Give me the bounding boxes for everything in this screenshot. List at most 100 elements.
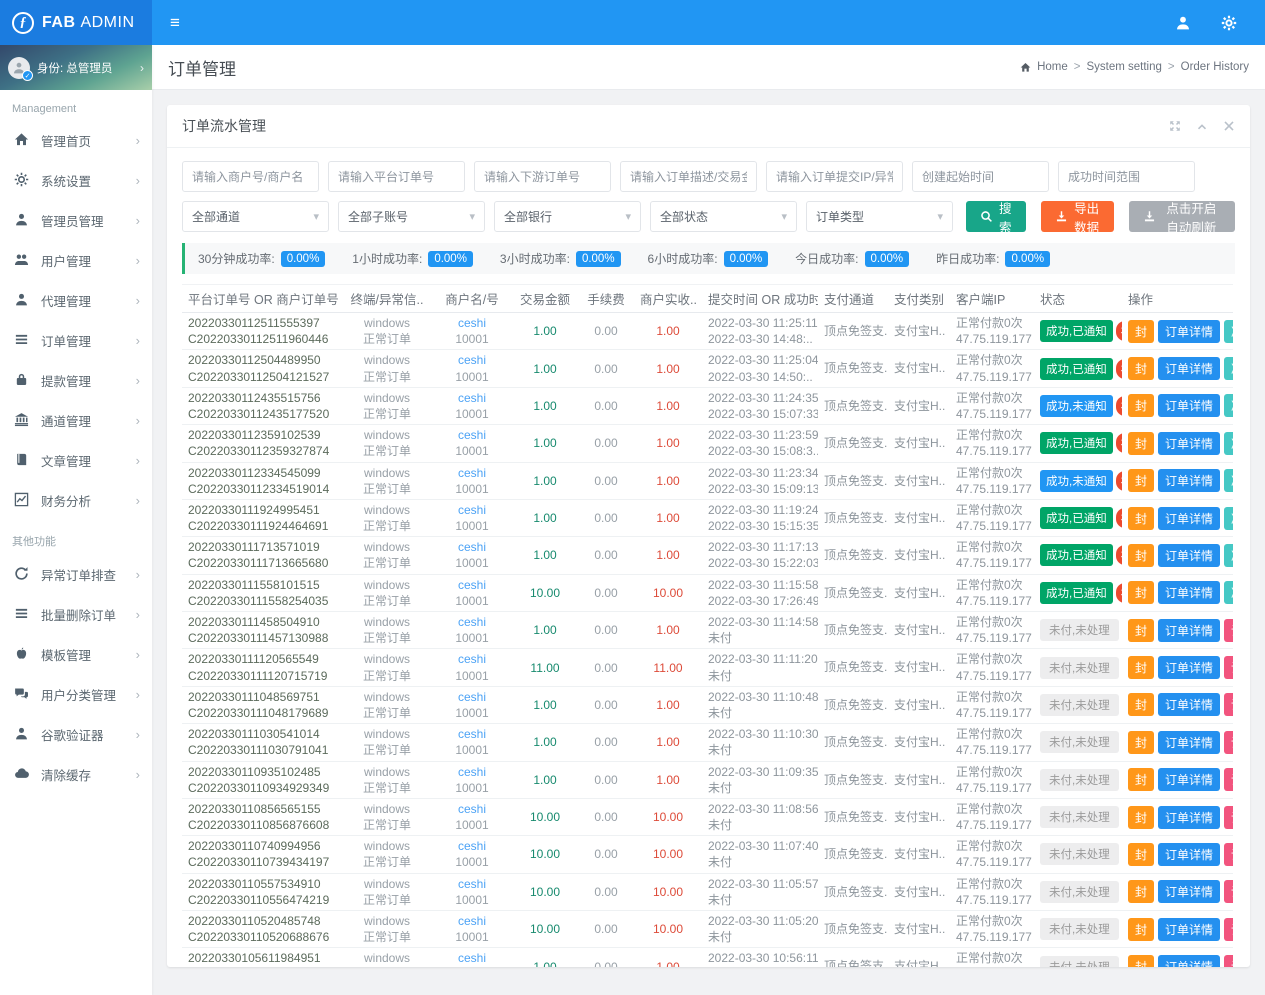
merchant-name-link[interactable]: ceshi <box>438 801 506 817</box>
set-paid-button[interactable]: 设置为已支付 <box>1224 955 1233 967</box>
set-paid-button[interactable]: 设置为已支付 <box>1224 918 1233 941</box>
merchant-name-link[interactable]: ceshi <box>438 726 506 742</box>
sidebar-item-批量删除订单[interactable]: 批量删除订单 › <box>0 594 152 634</box>
merchant-name-link[interactable]: ceshi <box>438 764 506 780</box>
breadcrumb-system-setting[interactable]: System setting <box>1086 61 1161 73</box>
seal-order-button[interactable]: 封 <box>1128 394 1154 417</box>
merchant-name-link[interactable]: ceshi <box>438 502 506 518</box>
sidebar-item-清除缓存[interactable]: 清除缓存 › <box>0 754 152 794</box>
seal-order-button[interactable]: 封 <box>1128 544 1154 567</box>
seal-order-button[interactable]: 封 <box>1128 469 1154 492</box>
filter-select-1[interactable]: 全部子账号▾ <box>338 201 485 232</box>
set-paid-button[interactable]: 设置为已支付 <box>1224 880 1233 903</box>
merchant-name-link[interactable]: ceshi <box>438 838 506 854</box>
sidebar-item-财务分析[interactable]: 财务分析 › <box>0 480 152 520</box>
sidebar-item-异常订单排查[interactable]: 异常订单排查 › <box>0 554 152 594</box>
sidebar-item-用户管理[interactable]: 用户管理 › <box>0 240 152 280</box>
seal-order-button[interactable]: 封 <box>1128 507 1154 530</box>
seal-order-button[interactable]: 封 <box>1128 693 1154 716</box>
seal-order-button[interactable]: 封 <box>1128 357 1154 380</box>
freeze-order-button[interactable]: 冻结订单 <box>1224 320 1233 343</box>
order-detail-button[interactable]: 订单详情 <box>1158 843 1220 866</box>
order-detail-button[interactable]: 订单详情 <box>1158 731 1220 754</box>
freeze-order-button[interactable]: 冻结订单 <box>1224 581 1233 604</box>
expand-icon[interactable] <box>1169 120 1181 132</box>
merchant-name-link[interactable]: ceshi <box>438 876 506 892</box>
filter-input-5[interactable] <box>912 161 1049 192</box>
order-detail-button[interactable]: 订单详情 <box>1158 619 1220 642</box>
seal-order-button[interactable]: 封 <box>1128 806 1154 829</box>
order-detail-button[interactable]: 订单详情 <box>1158 507 1220 530</box>
user-icon[interactable] <box>1175 15 1191 31</box>
freeze-order-button[interactable]: 冻结订单 <box>1224 544 1233 567</box>
freeze-order-button[interactable]: 冻结订单 <box>1224 394 1233 417</box>
order-detail-button[interactable]: 订单详情 <box>1158 918 1220 941</box>
seal-order-button[interactable]: 封 <box>1128 432 1154 455</box>
user-panel[interactable]: ✓ 身份: 总管理员 › <box>0 45 152 90</box>
freeze-order-button[interactable]: 冻结订单 <box>1224 469 1233 492</box>
close-icon[interactable] <box>1223 120 1235 132</box>
filter-select-0[interactable]: 全部通道▾ <box>182 201 329 232</box>
patch-notify-badge[interactable]: 补 <box>1116 583 1122 603</box>
merchant-name-link[interactable]: ceshi <box>438 390 506 406</box>
order-detail-button[interactable]: 订单详情 <box>1158 656 1220 679</box>
freeze-order-button[interactable]: 冻结订单 <box>1224 432 1233 455</box>
merchant-name-link[interactable]: ceshi <box>438 913 506 929</box>
seal-order-button[interactable]: 封 <box>1128 656 1154 679</box>
filter-input-4[interactable] <box>766 161 903 192</box>
sidebar-item-模板管理[interactable]: 模板管理 › <box>0 634 152 674</box>
order-detail-button[interactable]: 订单详情 <box>1158 320 1220 343</box>
seal-order-button[interactable]: 封 <box>1128 581 1154 604</box>
seal-order-button[interactable]: 封 <box>1128 619 1154 642</box>
seal-order-button[interactable]: 封 <box>1128 768 1154 791</box>
order-detail-button[interactable]: 订单详情 <box>1158 469 1220 492</box>
order-detail-button[interactable]: 订单详情 <box>1158 693 1220 716</box>
sidebar-item-用户分类管理[interactable]: 用户分类管理 › <box>0 674 152 714</box>
order-detail-button[interactable]: 订单详情 <box>1158 955 1220 967</box>
patch-notify-badge[interactable]: 补 <box>1116 433 1122 453</box>
filter-input-3[interactable] <box>620 161 757 192</box>
set-paid-button[interactable]: 设置为已支付 <box>1224 731 1233 754</box>
merchant-name-link[interactable]: ceshi <box>438 539 506 555</box>
order-detail-button[interactable]: 订单详情 <box>1158 880 1220 903</box>
auto-refresh-button[interactable]: 点击开启自动刷新 <box>1129 201 1235 232</box>
patch-notify-badge[interactable]: 补 <box>1116 359 1122 379</box>
seal-order-button[interactable]: 封 <box>1128 918 1154 941</box>
seal-order-button[interactable]: 封 <box>1128 843 1154 866</box>
freeze-order-button[interactable]: 冻结订单 <box>1224 507 1233 530</box>
patch-notify-badge[interactable]: 补 <box>1116 508 1122 528</box>
seal-order-button[interactable]: 封 <box>1128 880 1154 903</box>
sidebar-item-管理首页[interactable]: 管理首页 › <box>0 120 152 160</box>
set-paid-button[interactable]: 设置为已支付 <box>1224 693 1233 716</box>
filter-input-1[interactable] <box>328 161 465 192</box>
sidebar-item-提款管理[interactable]: 提款管理 › <box>0 360 152 400</box>
patch-notify-badge[interactable]: 补 <box>1116 545 1122 565</box>
sidebar-item-管理员管理[interactable]: 管理员管理 › <box>0 200 152 240</box>
order-detail-button[interactable]: 订单详情 <box>1158 581 1220 604</box>
set-paid-button[interactable]: 设置为已支付 <box>1224 806 1233 829</box>
merchant-name-link[interactable]: ceshi <box>438 577 506 593</box>
patch-notify-badge[interactable]: 补 <box>1116 471 1122 491</box>
merchant-name-link[interactable]: ceshi <box>438 427 506 443</box>
sidebar-toggle-icon[interactable]: ≡ <box>170 14 180 31</box>
sidebar-item-谷歌验证器[interactable]: 谷歌验证器 › <box>0 714 152 754</box>
filter-input-2[interactable] <box>474 161 611 192</box>
patch-notify-badge[interactable]: 补 <box>1116 396 1122 416</box>
filter-select-4[interactable]: 订单类型▾ <box>806 201 953 232</box>
search-button[interactable]: 搜索 <box>966 201 1026 232</box>
order-detail-button[interactable]: 订单详情 <box>1158 357 1220 380</box>
seal-order-button[interactable]: 封 <box>1128 955 1154 967</box>
sidebar-item-通道管理[interactable]: 通道管理 › <box>0 400 152 440</box>
freeze-order-button[interactable]: 冻结订单 <box>1224 357 1233 380</box>
order-detail-button[interactable]: 订单详情 <box>1158 394 1220 417</box>
collapse-icon[interactable] <box>1196 120 1208 132</box>
sidebar-item-文章管理[interactable]: 文章管理 › <box>0 440 152 480</box>
merchant-name-link[interactable]: ceshi <box>438 352 506 368</box>
order-detail-button[interactable]: 订单详情 <box>1158 806 1220 829</box>
merchant-name-link[interactable]: ceshi <box>438 614 506 630</box>
seal-order-button[interactable]: 封 <box>1128 320 1154 343</box>
order-detail-button[interactable]: 订单详情 <box>1158 432 1220 455</box>
seal-order-button[interactable]: 封 <box>1128 731 1154 754</box>
merchant-name-link[interactable]: ceshi <box>438 950 506 966</box>
breadcrumb-home[interactable]: Home <box>1037 61 1068 73</box>
